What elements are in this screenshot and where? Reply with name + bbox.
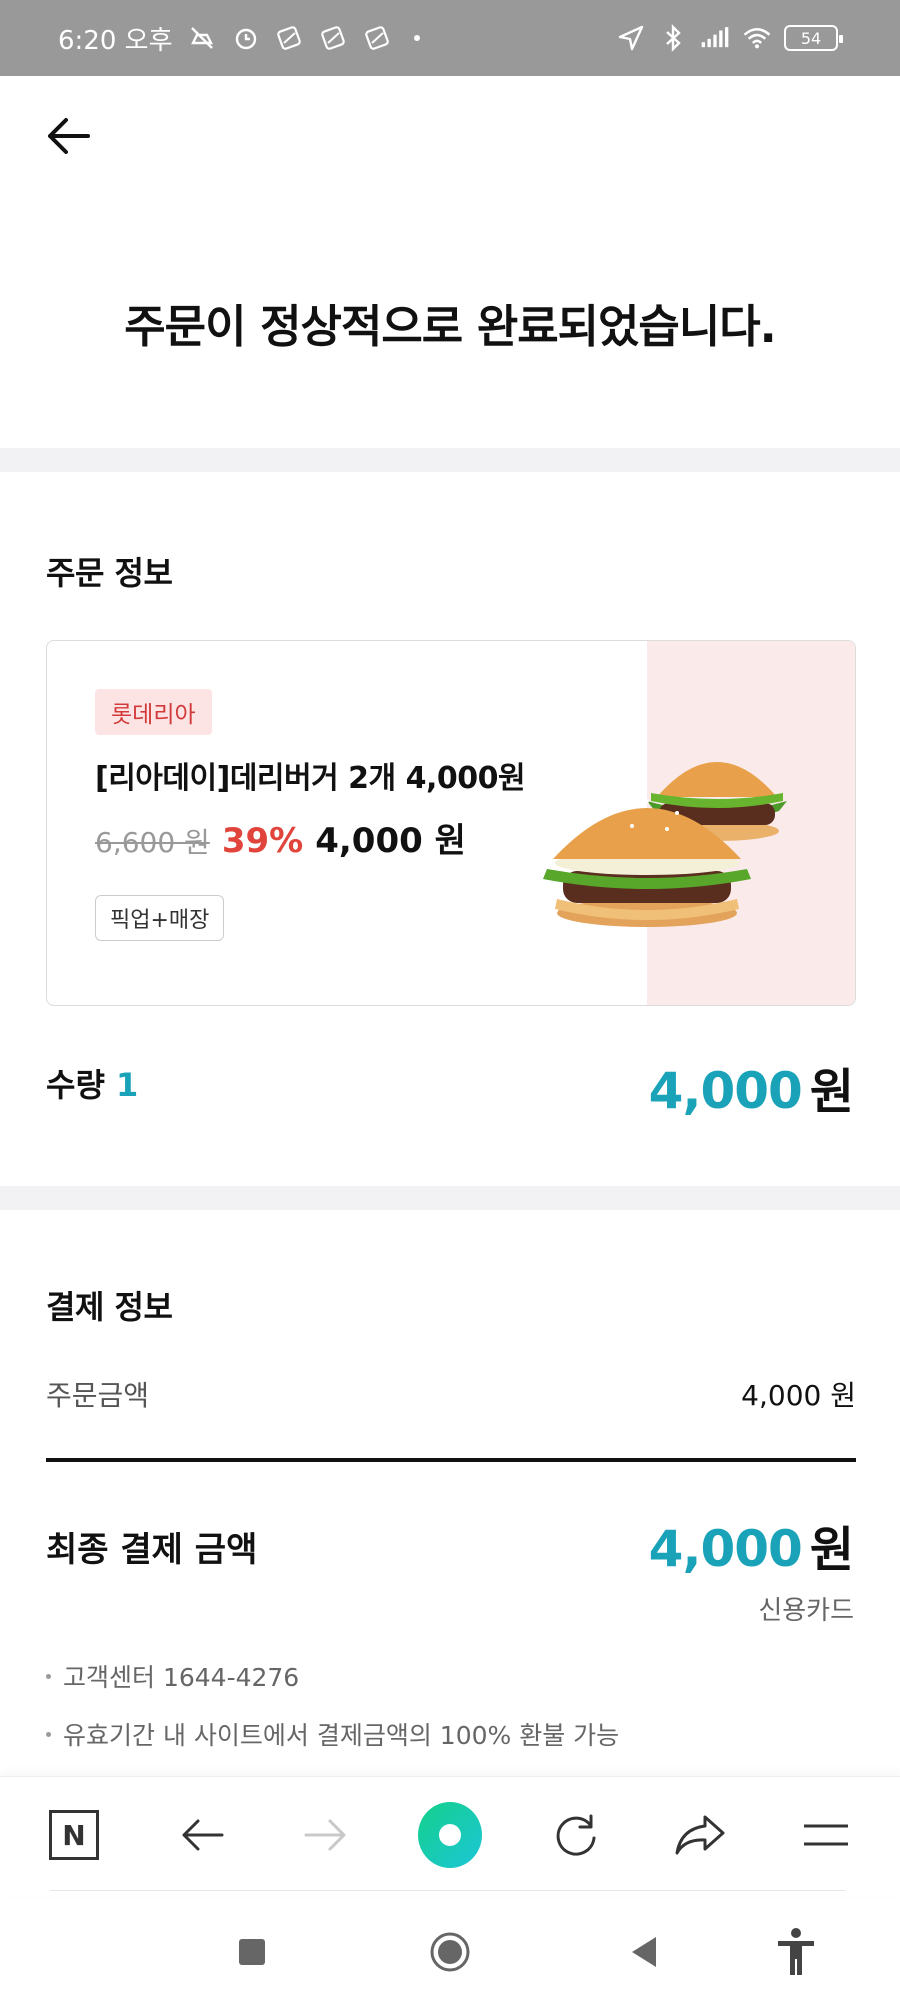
order-total: 4,000 원 — [649, 1052, 854, 1122]
back-icon — [182, 1819, 224, 1851]
recents-button[interactable] — [224, 1924, 280, 1980]
order-total-unit: 원 — [809, 1064, 854, 1120]
accessibility-button[interactable] — [768, 1924, 824, 1980]
status-bar: 6:20 오후 54 — [0, 0, 900, 76]
order-amount-row: 주문금액 4,000 원 — [46, 1374, 856, 1414]
toolbar-divider — [50, 1890, 845, 1891]
menu-icon — [804, 1824, 848, 1846]
section-divider — [0, 448, 900, 472]
order-amount-value: 4,000 원 — [741, 1379, 856, 1412]
location-icon — [618, 25, 644, 51]
silent-icon — [190, 27, 213, 49]
final-payment-number: 4,000 — [648, 1520, 803, 1578]
browser-back-button[interactable] — [170, 1803, 234, 1867]
summary-divider — [46, 1458, 856, 1462]
home-green-icon — [418, 1802, 482, 1868]
bullet-icon — [46, 1673, 51, 1679]
payment-method: 신용카드 — [758, 1596, 854, 1626]
system-back-button[interactable] — [616, 1924, 672, 1980]
accessibility-icon — [778, 1928, 814, 1975]
share-button[interactable] — [668, 1803, 732, 1867]
product-card[interactable]: 롯데리아 [리아데이]데리버거 2개 4,000원 6,600 원 39% 4,… — [46, 640, 856, 1006]
note-item: 유효기간 내 사이트에서 결제금액의 100% 환불 가능 — [46, 1716, 619, 1752]
final-payment-unit: 원 — [809, 1522, 854, 1578]
price-row: 6,600 원 39% 4,000 원 — [95, 813, 466, 862]
discount-rate: 39% — [221, 821, 304, 861]
quantity: 수량 1 — [46, 1060, 138, 1106]
battery-icon: 54 — [784, 25, 843, 51]
alarm-icon — [235, 28, 256, 50]
quantity-value: 1 — [116, 1066, 139, 1104]
browser-home-button[interactable] — [418, 1802, 482, 1868]
product-name: [리아데이]데리버거 2개 4,000원 — [95, 761, 526, 796]
reload-icon — [556, 1814, 596, 1856]
burger-image — [543, 762, 787, 927]
completion-message: 주문이 정상적으로 완료되었습니다. — [124, 300, 776, 353]
note-item: 고객센터 1644-4276 — [46, 1658, 299, 1694]
back-triangle-icon — [632, 1937, 656, 1967]
note-text: 유효기간 내 사이트에서 결제금액의 100% 환불 가능 — [63, 1721, 620, 1750]
note-text: 고객센터 1644-4276 — [63, 1663, 300, 1692]
reload-button[interactable] — [544, 1803, 608, 1867]
sale-price: 4,000 원 — [315, 821, 466, 861]
arrow-left-icon[interactable] — [44, 112, 92, 160]
payment-info-title: 결제 정보 — [46, 1288, 173, 1326]
naver-n-button[interactable]: N — [42, 1803, 106, 1867]
notification-icon — [276, 26, 301, 50]
notification-icon — [364, 26, 389, 50]
n-label: N — [62, 1818, 86, 1852]
share-icon — [675, 1815, 725, 1855]
signal-icon — [701, 27, 729, 48]
home-icon — [430, 1932, 470, 1972]
section-divider — [0, 1186, 900, 1210]
order-info-title: 주문 정보 — [46, 554, 173, 592]
recents-icon — [239, 1939, 265, 1965]
original-price: 6,600 원 — [95, 826, 210, 859]
menu-button[interactable] — [794, 1803, 858, 1867]
final-payment-label: 최종 결제 금액 — [46, 1530, 258, 1570]
system-home-button[interactable] — [422, 1924, 478, 1980]
browser-toolbar: N — [0, 1776, 900, 1896]
forward-icon — [304, 1819, 346, 1851]
naver-n-icon: N — [49, 1810, 99, 1860]
browser-forward-button[interactable] — [294, 1803, 358, 1867]
battery-level: 54 — [800, 28, 822, 48]
quantity-label: 수량 — [46, 1066, 105, 1104]
more-dot-icon — [413, 35, 420, 41]
pickup-tag: 픽업+매장 — [95, 895, 225, 941]
final-payment-amount: 4,000 원 — [649, 1510, 854, 1580]
bullet-icon — [46, 1731, 51, 1737]
notification-icon — [320, 26, 345, 50]
wifi-icon — [743, 28, 771, 49]
brand-badge: 롯데리아 — [95, 689, 212, 735]
bluetooth-icon — [666, 24, 681, 52]
order-amount-label: 주문금액 — [46, 1379, 150, 1412]
status-time: 6:20 오후 — [58, 25, 173, 56]
system-nav-bar — [0, 1900, 900, 2000]
order-total-number: 4,000 — [648, 1062, 803, 1120]
